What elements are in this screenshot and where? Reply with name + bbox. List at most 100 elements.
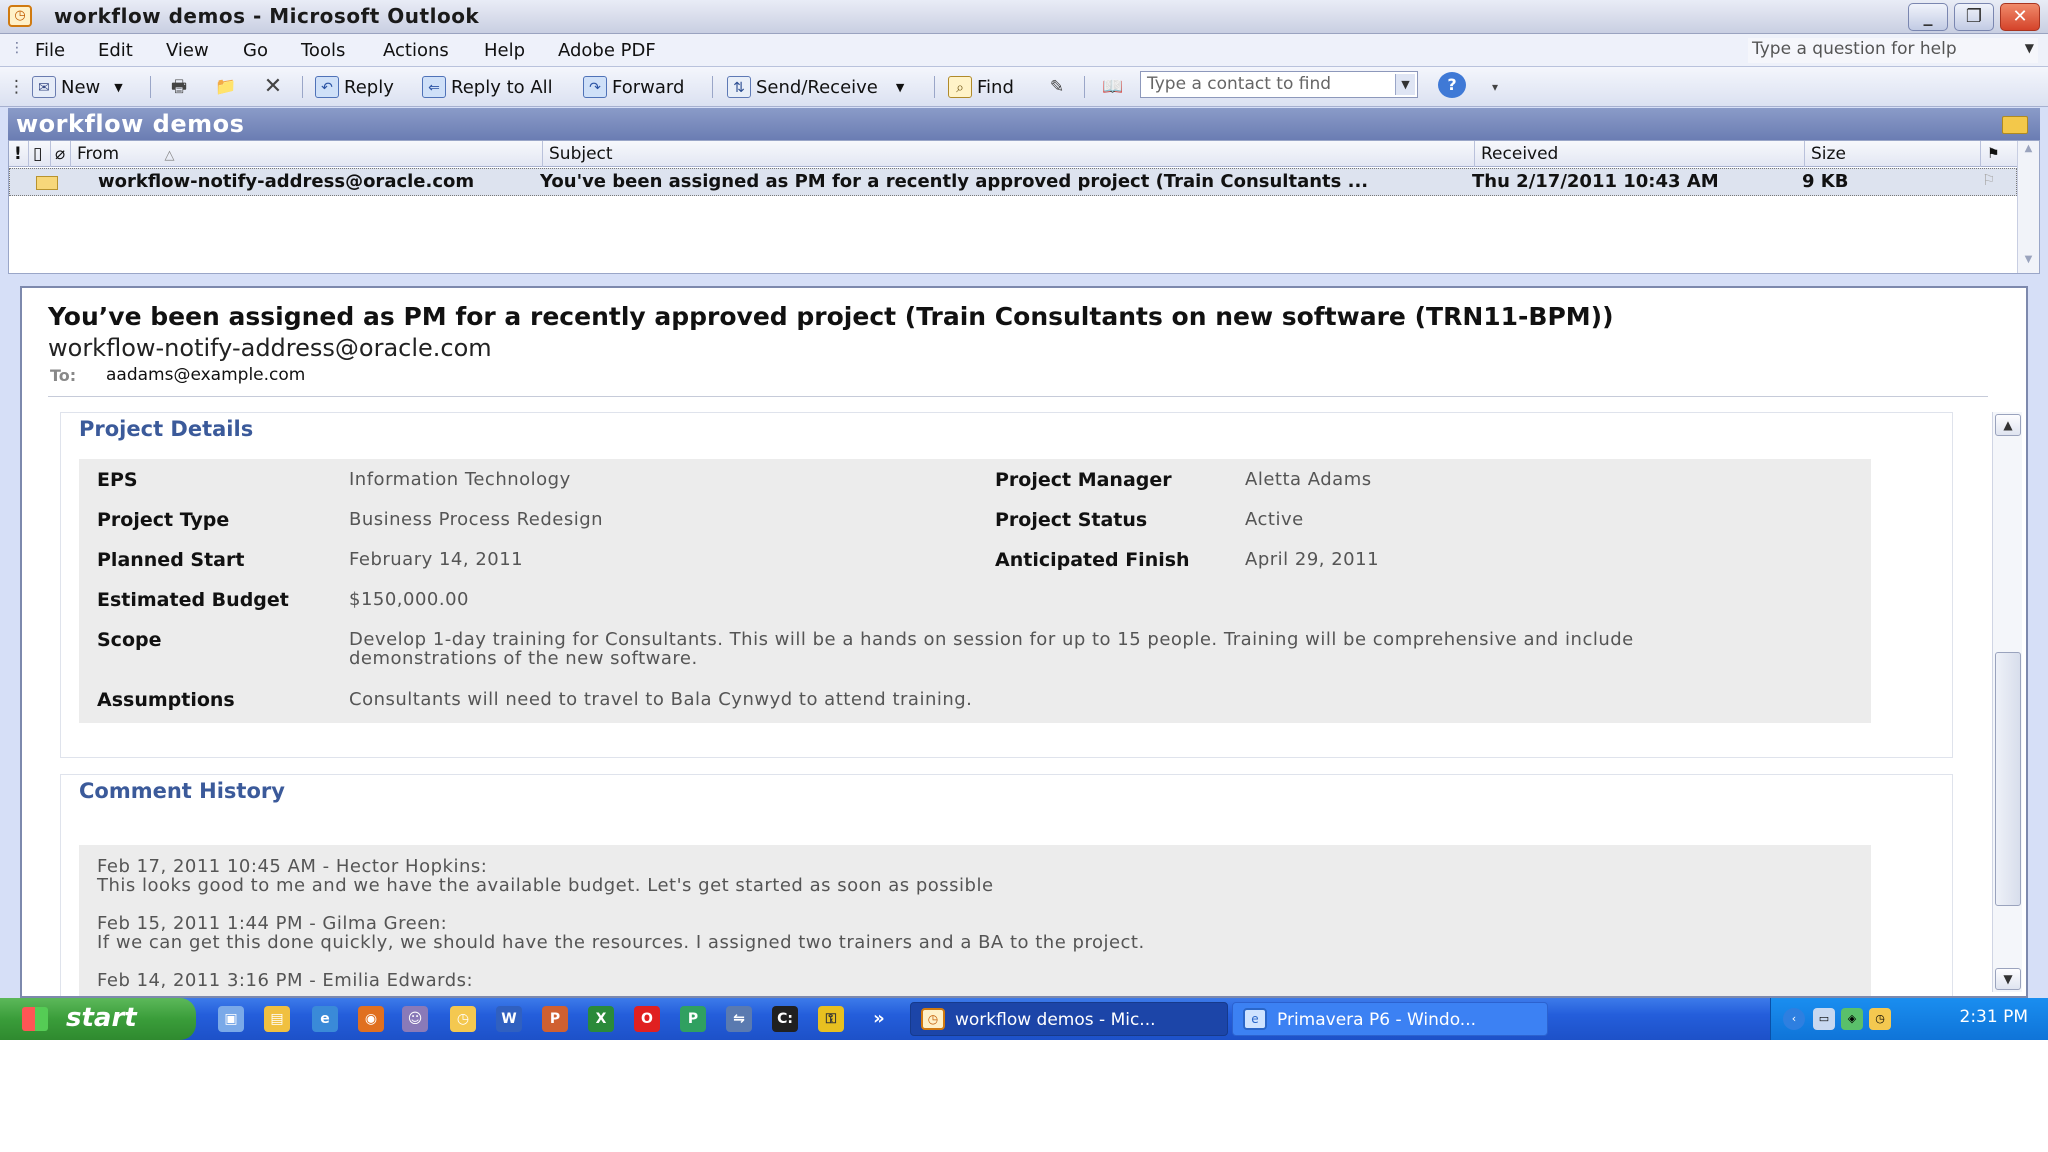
project-status-label: Project Status [995, 509, 1148, 531]
message-list: ! ▯ ⌀ From △ Subject Received Size ⚑ wor… [8, 140, 2040, 274]
messenger-icon[interactable]: ☺ [402, 1006, 428, 1032]
title-bar: ◷ workflow demos - Microsoft Outlook _ ❐… [0, 0, 2048, 34]
organize-icon[interactable]: ✎ [1044, 75, 1070, 99]
reply-button[interactable]: ↶ Reply [315, 73, 394, 101]
show-desktop-icon[interactable]: ▣ [218, 1006, 244, 1032]
taskbar-item-outlook[interactable]: ◷ workflow demos - Mic... [910, 1002, 1228, 1036]
outlook-quicklaunch-icon[interactable]: ◷ [450, 1006, 476, 1032]
tray-network-icon[interactable]: ◈ [1841, 1008, 1863, 1030]
chevron-down-icon[interactable]: ▼ [896, 81, 904, 94]
folder-icon[interactable] [2002, 116, 2028, 134]
menu-tools[interactable]: Tools [301, 40, 345, 61]
toolbar-options-icon[interactable]: ▾ [1482, 75, 1508, 99]
importance-column-icon[interactable]: ! [9, 141, 29, 167]
scope-label: Scope [97, 629, 162, 651]
send-receive-button[interactable]: ⇅ Send/Receive ▼ [727, 73, 904, 101]
outlook-app-icon[interactable]: ◷ [8, 5, 32, 27]
scroll-down-icon[interactable]: ▼ [1995, 968, 2021, 990]
find-contact-input[interactable]: Type a contact to find ▼ [1140, 71, 1418, 98]
menu-go[interactable]: Go [243, 40, 268, 61]
column-header-from-label: From [77, 144, 120, 164]
chevron-down-icon[interactable]: ▼ [114, 81, 122, 94]
internet-explorer-icon[interactable]: e [312, 1006, 338, 1032]
new-button[interactable]: ✉ New ▼ [32, 73, 123, 101]
column-header-received[interactable]: Received [1475, 141, 1805, 167]
find-button-label: Find [977, 76, 1014, 98]
print-icon[interactable]: 🖶 [166, 75, 192, 99]
excel-icon[interactable]: X [588, 1006, 614, 1032]
icon-column-icon[interactable]: ▯ [29, 141, 51, 167]
window-title: workflow demos - Microsoft Outlook [54, 4, 480, 28]
chevron-down-icon[interactable]: ▼ [2025, 41, 2034, 55]
reading-pane-scrollbar[interactable]: ▲ ▼ [1992, 412, 2022, 992]
word-icon[interactable]: W [496, 1006, 522, 1032]
comment-text: This looks good to me and we have the av… [97, 875, 994, 896]
table-row[interactable]: workflow-notify-address@oracle.com You'v… [9, 168, 2017, 196]
chevron-down-icon[interactable]: ▼ [1395, 74, 1415, 95]
windows-logo-icon [22, 1007, 48, 1031]
menu-actions[interactable]: Actions [383, 40, 449, 61]
move-to-folder-icon[interactable]: 📁 [213, 75, 239, 99]
powerpoint-icon[interactable]: P [542, 1006, 568, 1032]
tray-collapse-icon[interactable]: ‹ [1783, 1008, 1805, 1030]
reply-all-button[interactable]: ⇐ Reply to All [422, 73, 553, 101]
explorer-icon[interactable]: ▤ [264, 1006, 290, 1032]
row-size: 9 KB [1802, 171, 1849, 192]
quicklaunch-overflow-icon[interactable]: » [870, 1006, 888, 1032]
address-book-icon[interactable]: 📖 [1100, 75, 1126, 99]
project-details-title: Project Details [79, 417, 254, 441]
scroll-down-icon[interactable]: ▼ [2020, 254, 2037, 271]
message-list-header: ! ▯ ⌀ From △ Subject Received Size ⚑ [9, 141, 2017, 167]
oracle-icon[interactable]: O [634, 1006, 660, 1032]
eps-value: Information Technology [349, 469, 571, 490]
delete-icon[interactable]: ✕ [260, 75, 286, 99]
to-recipient[interactable]: aadams@example.com [106, 365, 305, 385]
column-header-from[interactable]: From △ [71, 141, 543, 167]
project-type-label: Project Type [97, 509, 230, 531]
toolbar-grip-icon[interactable]: ⋮ [8, 75, 25, 99]
message-list-scrollbar[interactable]: ▲ ▼ [2017, 141, 2039, 273]
primavera-icon[interactable]: P [680, 1006, 706, 1032]
menu-file[interactable]: File [35, 40, 65, 61]
close-button[interactable]: ✕ [2000, 3, 2040, 31]
menu-view[interactable]: View [166, 40, 209, 61]
command-prompt-icon[interactable]: C: [772, 1006, 798, 1032]
menu-adobe-pdf[interactable]: Adobe PDF [558, 40, 656, 61]
row-from: workflow-notify-address@oracle.com [98, 171, 475, 192]
header-divider [48, 396, 1988, 397]
column-header-subject[interactable]: Subject [543, 141, 1475, 167]
find-contact-placeholder: Type a contact to find [1147, 74, 1332, 94]
comment-text: If we can get this done quickly, we shou… [97, 932, 1145, 953]
tray-outlook-icon[interactable]: ◷ [1869, 1008, 1891, 1030]
to-label: To: [50, 366, 77, 385]
flag-icon[interactable]: ⚐ [1982, 171, 2012, 189]
row-subject: You've been assigned as PM for a recentl… [540, 171, 1369, 192]
scroll-up-icon[interactable]: ▲ [1995, 414, 2021, 436]
row-received: Thu 2/17/2011 10:43 AM [1472, 171, 1719, 192]
restore-button[interactable]: ❐ [1954, 3, 1994, 31]
help-question-box[interactable]: Type a question for help ▼ [1748, 38, 2038, 63]
key-icon[interactable]: ⚿ [818, 1006, 844, 1032]
scrollbar-thumb[interactable] [1995, 652, 2021, 906]
find-icon: ⌕ [948, 76, 972, 98]
flag-status-column-icon[interactable]: ⚑ [1981, 141, 2017, 167]
minimize-button[interactable]: _ [1908, 3, 1948, 31]
toolbar-grip-icon[interactable]: ⋮ [10, 40, 24, 56]
attachment-column-icon[interactable]: ⌀ [51, 141, 71, 167]
assumptions-label: Assumptions [97, 689, 235, 711]
forward-button[interactable]: ↷ Forward [583, 73, 684, 101]
start-button[interactable]: start [0, 998, 196, 1040]
network-icon[interactable]: ⇋ [726, 1006, 752, 1032]
menu-help[interactable]: Help [484, 40, 525, 61]
taskbar-item-primavera[interactable]: e Primavera P6 - Windo... [1232, 1002, 1548, 1036]
project-details-table: EPS Information Technology Project Manag… [79, 459, 1871, 723]
scroll-up-icon[interactable]: ▲ [2020, 143, 2037, 160]
help-icon[interactable]: ? [1438, 72, 1466, 98]
internet-explorer-icon: e [1243, 1008, 1267, 1030]
firefox-icon[interactable]: ◉ [358, 1006, 384, 1032]
menu-edit[interactable]: Edit [98, 40, 133, 61]
column-header-size[interactable]: Size [1805, 141, 1981, 167]
message-sender[interactable]: workflow-notify-address@oracle.com [48, 334, 492, 362]
find-button[interactable]: ⌕ Find [948, 73, 1014, 101]
tray-display-icon[interactable]: ▭ [1813, 1008, 1835, 1030]
